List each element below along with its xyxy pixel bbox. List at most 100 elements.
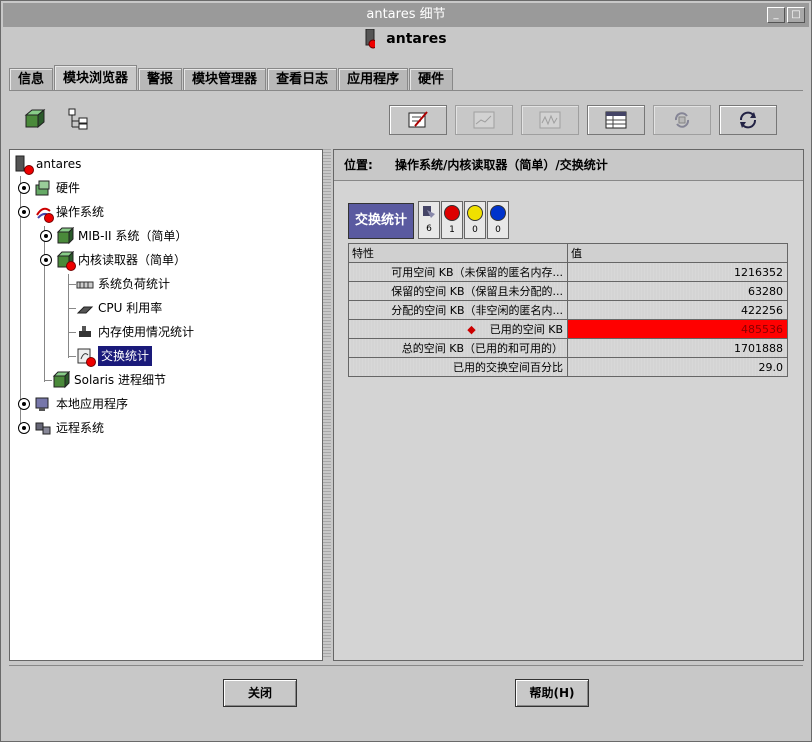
detail-pane: 位置: 操作系统/内核读取器（简单）/交换统计 交换统计 6 1 0 0 特性 … — [333, 149, 804, 661]
warning-icon — [467, 205, 483, 221]
edit-button[interactable] — [389, 105, 447, 135]
property-text: 已用的空间 KB — [489, 323, 563, 336]
info-icon — [423, 206, 435, 218]
tab-alarms[interactable]: 警报 — [138, 68, 183, 91]
minor-icon — [490, 205, 506, 221]
tab-view-log[interactable]: 查看日志 — [267, 68, 338, 91]
table-row[interactable]: 保留的空间 KB（保留且未分配的... 63280 — [348, 281, 788, 301]
tree-label-swap: 交换统计 — [98, 346, 153, 366]
expand-icon[interactable] — [18, 422, 30, 434]
minor-badge[interactable]: 0 — [487, 201, 509, 239]
panel-title: 交换统计 — [348, 203, 414, 239]
table-icon — [605, 111, 627, 129]
cube-view-icon — [24, 108, 46, 129]
property-cell: 总的空间 KB（已用的和可用的） — [348, 338, 568, 358]
tree-node-swap[interactable]: 交换统计 — [76, 346, 153, 367]
critical-badge[interactable]: 1 — [441, 201, 463, 239]
module-icon — [56, 250, 76, 271]
memory-icon — [76, 323, 94, 341]
info-badge[interactable]: 6 — [418, 201, 440, 239]
tree-label-cpu: CPU 利用率 — [98, 301, 163, 315]
tab-info[interactable]: 信息 — [9, 68, 54, 91]
tree-node-localapp[interactable]: 本地应用程序 — [18, 394, 128, 414]
table-view-button[interactable] — [587, 105, 645, 135]
tree-node-mem[interactable]: 内存使用情况统计 — [76, 322, 194, 342]
maximize-button[interactable]: □ — [787, 7, 805, 23]
module-icon — [52, 370, 71, 389]
tree-connector — [68, 308, 76, 309]
tree-node-root[interactable]: antares — [14, 154, 82, 175]
collapse-icon[interactable] — [40, 254, 52, 266]
refresh-icon — [740, 111, 756, 129]
left-toolbar — [21, 105, 93, 133]
module-icon — [56, 226, 75, 245]
tree-node-load[interactable]: 系统负荷统计 — [76, 274, 170, 294]
expand-icon[interactable] — [18, 182, 30, 194]
graph-button[interactable] — [521, 105, 579, 135]
help-button[interactable]: 帮助(H) — [515, 679, 589, 707]
critical-alarm-icon — [24, 165, 34, 175]
tree-label-mib2: MIB-II 系统（简单） — [78, 229, 188, 243]
tab-applications[interactable]: 应用程序 — [338, 68, 409, 91]
tree-node-kernel[interactable]: 内核读取器（简单） — [40, 250, 186, 271]
critical-alarm-icon — [44, 213, 54, 223]
tree-node-os[interactable]: 操作系统 — [18, 202, 104, 223]
column-header-value[interactable]: 值 — [567, 243, 788, 263]
hierarchy-icon — [68, 108, 88, 130]
tree-connector — [68, 356, 76, 357]
hierarchy-view-button[interactable] — [65, 105, 93, 133]
minimize-button[interactable]: _ — [767, 7, 785, 23]
tree-node-cpu[interactable]: CPU 利用率 — [76, 298, 162, 318]
pane-splitter[interactable] — [323, 149, 331, 659]
critical-alarm-icon — [66, 261, 76, 271]
critical-alarm-icon — [86, 357, 96, 367]
table-row[interactable]: 总的空间 KB（已用的和可用的） 1701888 — [348, 338, 788, 358]
local-app-icon — [34, 395, 52, 413]
refresh-button[interactable] — [719, 105, 777, 135]
warning-badge[interactable]: 0 — [464, 201, 486, 239]
table-row[interactable]: 已用的交换空间百分比 29.0 — [348, 357, 788, 377]
tree-label-hardware: 硬件 — [56, 181, 81, 195]
tree-node-solaris[interactable]: Solaris 进程细节 — [52, 370, 166, 390]
refresh-module-icon — [674, 112, 690, 128]
server-icon — [14, 155, 34, 175]
expand-icon[interactable] — [18, 398, 30, 410]
property-cell: ◆ 已用的空间 KB — [348, 319, 568, 339]
load-stats-icon — [76, 275, 94, 293]
close-button[interactable]: 关闭 — [223, 679, 297, 707]
window-frame: antares 细节 _ □ antares 信息 模块浏览器 警报 模块管理器… — [0, 0, 812, 742]
property-cell: 可用空间 KB（未保留的匿名内存... — [348, 262, 568, 282]
tree-connector — [44, 380, 52, 381]
value-cell: 29.0 — [567, 357, 788, 377]
tree-node-hardware[interactable]: 硬件 — [18, 178, 80, 198]
tree-connector — [68, 284, 76, 285]
table-row[interactable]: 分配的空间 KB（非空闲的匿名内... 422256 — [348, 300, 788, 320]
tree-label-mem: 内存使用情况统计 — [98, 325, 195, 339]
location-path: 操作系统/内核读取器（简单）/交换统计 — [395, 158, 608, 172]
detail-content: 交换统计 6 1 0 0 特性 值 可用空间 KB（未保留的匿名内存... 12… — [334, 181, 803, 660]
host-header: antares — [3, 27, 809, 51]
table-row[interactable]: 可用空间 KB（未保留的匿名内存... 1216352 — [348, 262, 788, 282]
location-label: 位置: — [344, 158, 373, 172]
tab-hardware[interactable]: 硬件 — [409, 68, 454, 91]
property-cell: 已用的交换空间百分比 — [348, 357, 568, 377]
value-cell: 63280 — [567, 281, 788, 301]
table-row-alert[interactable]: ◆ 已用的空间 KB 485536 — [348, 319, 788, 339]
tree-node-remote[interactable]: 远程系统 — [18, 418, 104, 438]
expand-icon[interactable] — [40, 230, 52, 242]
collapse-icon[interactable] — [18, 206, 30, 218]
tab-module-browser[interactable]: 模块浏览器 — [54, 65, 138, 91]
window-title: antares 细节 — [366, 7, 446, 22]
chart-button[interactable] — [455, 105, 513, 135]
tree-node-mib2[interactable]: MIB-II 系统（简单） — [40, 226, 187, 246]
critical-count: 1 — [449, 225, 455, 235]
tree-label-root: antares — [36, 157, 82, 171]
tab-module-manager[interactable]: 模块管理器 — [183, 68, 267, 91]
refresh-partial-button[interactable] — [653, 105, 711, 135]
column-header-property[interactable]: 特性 — [348, 243, 568, 263]
cube-view-button[interactable] — [21, 105, 49, 133]
alert-diamond-icon: ◆ — [467, 323, 476, 336]
property-cell: 分配的空间 KB（非空闲的匿名内... — [348, 300, 568, 320]
edit-icon — [408, 111, 428, 128]
warning-count: 0 — [472, 225, 478, 235]
